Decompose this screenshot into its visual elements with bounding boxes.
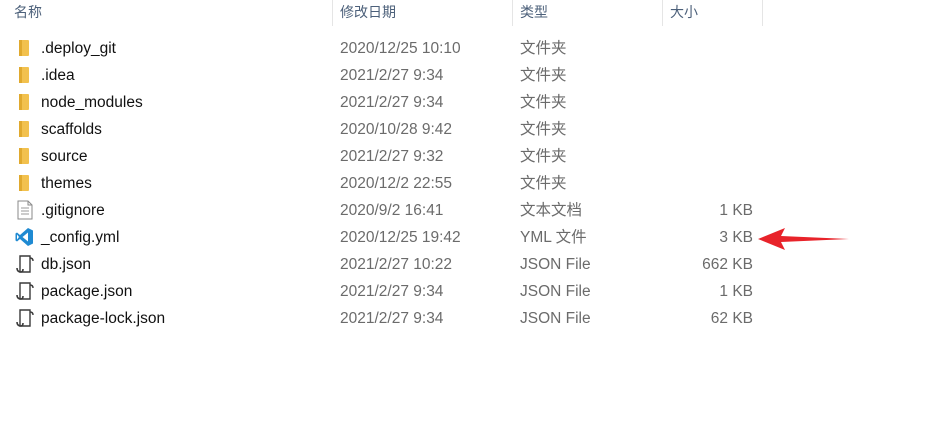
file-name: db.json: [41, 256, 91, 273]
column-header-name[interactable]: 名称: [14, 0, 330, 26]
file-date: 2021/2/27 10:22: [340, 256, 453, 273]
folder-icon: [19, 121, 29, 137]
file-name: node_modules: [41, 94, 143, 111]
json-file-icon: [16, 309, 34, 327]
file-date: 2020/12/25 19:42: [340, 229, 461, 246]
file-type: 文件夹: [520, 121, 567, 138]
file-size: 62 KB: [710, 310, 753, 327]
folder-icon: [19, 67, 29, 83]
folder-icon: [19, 148, 29, 164]
file-type: 文件夹: [520, 175, 567, 192]
file-date: 2020/9/2 16:41: [340, 202, 444, 219]
column-divider[interactable]: [662, 0, 663, 26]
file-date: 2021/2/27 9:34: [340, 94, 444, 111]
file-row[interactable]: package-lock.json 2021/2/27 9:34 JSON Fi…: [0, 305, 947, 332]
file-row[interactable]: package.json 2021/2/27 9:34 JSON File 1 …: [0, 278, 947, 305]
json-file-icon: [16, 282, 34, 300]
file-name: .idea: [41, 67, 75, 84]
column-divider[interactable]: [512, 0, 513, 26]
column-header-date-modified[interactable]: 修改日期: [340, 0, 510, 26]
file-name: themes: [41, 175, 92, 192]
folder-icon: [19, 40, 29, 56]
file-type: 文本文档: [520, 202, 583, 219]
file-name: scaffolds: [41, 121, 102, 138]
column-header-type[interactable]: 类型: [520, 0, 660, 26]
column-divider[interactable]: [762, 0, 763, 26]
folder-icon: [19, 94, 29, 110]
file-type: JSON File: [520, 310, 591, 327]
column-divider[interactable]: [332, 0, 333, 26]
text-document-icon: [17, 200, 33, 220]
file-date: 2021/2/27 9:34: [340, 310, 444, 327]
file-type: 文件夹: [520, 94, 567, 111]
file-name: .deploy_git: [41, 40, 116, 57]
file-size: 1 KB: [719, 202, 753, 219]
file-type: 文件夹: [520, 40, 567, 57]
file-date: 2021/2/27 9:34: [340, 283, 444, 300]
folder-icon: [19, 175, 29, 191]
file-row[interactable]: db.json 2021/2/27 10:22 JSON File 662 KB: [0, 251, 947, 278]
file-row[interactable]: .deploy_git 2020/12/25 10:10 文件夹: [0, 35, 947, 62]
file-type: JSON File: [520, 283, 591, 300]
file-size: 3 KB: [719, 229, 753, 246]
column-header-size[interactable]: 大小: [670, 0, 760, 26]
file-date: 2020/10/28 9:42: [340, 121, 453, 138]
file-row[interactable]: node_modules 2021/2/27 9:34 文件夹: [0, 89, 947, 116]
file-type: YML 文件: [520, 229, 587, 246]
column-header-bar: 名称 修改日期 类型 大小: [0, 0, 947, 26]
annotation-arrow-icon: [758, 228, 849, 250]
file-row[interactable]: .gitignore 2020/9/2 16:41 文本文档 1 KB: [0, 197, 947, 224]
file-row[interactable]: scaffolds 2020/10/28 9:42 文件夹: [0, 116, 947, 143]
file-date: 2020/12/25 10:10: [340, 40, 461, 57]
file-row[interactable]: source 2021/2/27 9:32 文件夹: [0, 143, 947, 170]
file-name: .gitignore: [41, 202, 105, 219]
file-name: source: [41, 148, 88, 165]
file-name: package-lock.json: [41, 310, 166, 327]
file-type: 文件夹: [520, 148, 567, 165]
file-type: 文件夹: [520, 67, 567, 84]
file-date: 2021/2/27 9:34: [340, 67, 444, 84]
file-row[interactable]: themes 2020/12/2 22:55 文件夹: [0, 170, 947, 197]
file-size: 662 KB: [702, 256, 753, 273]
vscode-icon: [15, 228, 33, 246]
file-size: 1 KB: [719, 283, 753, 300]
file-name: _config.yml: [41, 229, 120, 246]
json-file-icon: [16, 255, 34, 273]
file-date: 2021/2/27 9:32: [340, 148, 444, 165]
file-name: package.json: [41, 283, 133, 300]
file-type: JSON File: [520, 256, 591, 273]
file-explorer-list: 名称 修改日期 类型 大小 .deploy_git 2020/12/25 10:…: [0, 0, 947, 441]
file-date: 2020/12/2 22:55: [340, 175, 453, 192]
file-row[interactable]: .idea 2021/2/27 9:34 文件夹: [0, 62, 947, 89]
